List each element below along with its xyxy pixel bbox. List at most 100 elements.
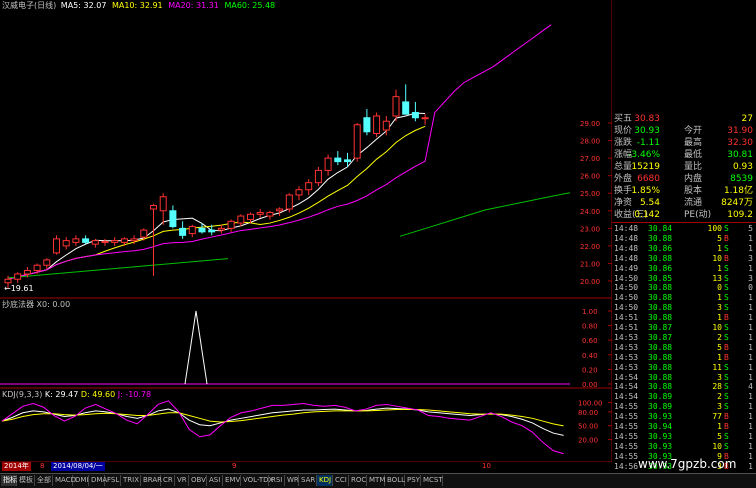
tick-price: 30.93 bbox=[648, 412, 673, 422]
tick-row: 14:50 30.88 0 S 0 bbox=[612, 283, 756, 293]
tab-vol-tdx[interactable]: VOL-TDX bbox=[241, 475, 273, 486]
tab-psy[interactable]: PSY bbox=[405, 475, 421, 486]
tab-mcst[interactable]: MCST bbox=[421, 475, 443, 486]
tick-count: 1 bbox=[748, 451, 753, 461]
candle-down bbox=[169, 210, 177, 228]
month-mark-9: 9 bbox=[232, 462, 237, 470]
candle-up bbox=[421, 117, 429, 120]
quote-value-2: 27 bbox=[741, 114, 753, 124]
tab-macd[interactable]: MACD bbox=[53, 475, 76, 486]
tick-time: 14:48 bbox=[614, 253, 639, 263]
tab-指标[interactable]: 指标 bbox=[1, 475, 17, 486]
tick-price: 30.88 bbox=[648, 313, 673, 323]
tab-emv[interactable]: EMV bbox=[223, 475, 241, 486]
tick-time: 14:55 bbox=[614, 402, 639, 412]
tick-count: 1 bbox=[748, 372, 753, 382]
tick-time: 14:54 bbox=[614, 382, 639, 392]
price-tick-label: 29.00 bbox=[580, 120, 600, 128]
candle-up bbox=[324, 157, 332, 171]
tab-brar[interactable]: BRAR bbox=[141, 475, 162, 486]
kdj-plot: 100.0080.00 50.00 20.00 bbox=[1, 400, 612, 455]
tick-time: 14:53 bbox=[614, 342, 639, 352]
tab-wr[interactable]: WR bbox=[285, 475, 299, 486]
tick-time: 14:48 bbox=[614, 224, 639, 233]
tab-cci[interactable]: CCI bbox=[333, 475, 349, 486]
tick-count: 1 bbox=[748, 412, 753, 422]
tick-side: S bbox=[724, 224, 729, 233]
ma60-label: MA60: 25.48 bbox=[224, 1, 276, 10]
watermark-site: www.7gpzb.com bbox=[638, 457, 737, 471]
quote-value: -1.11 bbox=[636, 138, 660, 148]
tick-side: B bbox=[724, 253, 729, 263]
tick-time: 14:50 bbox=[614, 273, 639, 283]
tab-mtm[interactable]: MTM bbox=[367, 475, 385, 486]
cursor-date: 2014/08/04/一 bbox=[51, 462, 105, 471]
tick-count: 1 bbox=[748, 323, 753, 332]
tick-row: 14:50 30.88 3 S 1 bbox=[612, 303, 756, 313]
low-marker-value: 19.61 bbox=[10, 284, 34, 293]
ma10-label: MA10: 32.91 bbox=[111, 1, 163, 10]
tick-price: 30.87 bbox=[648, 332, 673, 342]
tick-row: 14:53 30.88 5 B 1 bbox=[612, 343, 756, 353]
candle-up bbox=[305, 182, 313, 191]
ma20-line bbox=[7, 24, 552, 280]
candle-up bbox=[62, 240, 70, 247]
tab-trix[interactable]: TRIX bbox=[121, 475, 141, 486]
price-tick-label: 22.00 bbox=[580, 243, 600, 251]
quote-row: 外盘 6680 内盘 8539 bbox=[612, 173, 756, 185]
ma60-line bbox=[7, 258, 229, 279]
tab-fsl[interactable]: FSL bbox=[105, 475, 121, 486]
tab-roc[interactable]: ROC bbox=[349, 475, 367, 486]
tick-volume: 2 bbox=[717, 332, 722, 342]
tick-volume: 10 bbox=[712, 441, 722, 451]
tab-dmi[interactable]: DMI bbox=[73, 475, 89, 486]
tab-kdj[interactable]: KDJ bbox=[317, 475, 333, 486]
candle-up bbox=[266, 212, 274, 217]
tick-time: 14:55 bbox=[614, 441, 639, 451]
tab-boll[interactable]: BOLL bbox=[385, 475, 405, 486]
tick-time: 14:48 bbox=[614, 233, 639, 243]
tab-asi[interactable]: ASI bbox=[207, 475, 223, 486]
quote-value-2: 31.90 bbox=[727, 126, 753, 136]
kdj-tick-label: 20.00 bbox=[578, 437, 598, 445]
tab-dma[interactable]: DMA bbox=[89, 475, 107, 486]
tick-row: 14:53 30.88 11 S 1 bbox=[612, 363, 756, 373]
tab-模板[interactable]: 模板 bbox=[17, 475, 35, 486]
tick-time: 14:51 bbox=[614, 323, 639, 332]
quote-value: 30.93 bbox=[634, 126, 660, 136]
quote-row: 买五 30.83 27 bbox=[612, 113, 756, 125]
tick-count: 1 bbox=[748, 243, 753, 253]
tick-volume: 77 bbox=[712, 412, 722, 422]
tab-rsi[interactable]: RSI bbox=[269, 475, 285, 486]
ma20-label: MA20: 31.31 bbox=[168, 1, 219, 10]
ind1-tick-label: 0.20 bbox=[582, 366, 598, 374]
kdj-d: D: 49.60 bbox=[80, 390, 116, 399]
price-tick-label: 23.00 bbox=[580, 225, 600, 233]
price-axis: 29.00 28.00 27.00 26.00 25.00 24.00 23.00 22.00… bbox=[580, 120, 612, 286]
candle-down bbox=[363, 117, 371, 133]
tick-count: 1 bbox=[748, 422, 753, 431]
quote-value: -3.46% bbox=[628, 150, 660, 160]
quote-value-2: 8539 bbox=[730, 174, 753, 184]
tick-row: 14:53 30.88 1 B 1 bbox=[612, 353, 756, 363]
tab-sar[interactable]: SAR bbox=[299, 475, 317, 486]
tab-vr[interactable]: VR bbox=[175, 475, 189, 486]
kdj-tick-label: 80.00 bbox=[578, 409, 598, 417]
tick-row: 14:50 30.88 1 S 1 bbox=[612, 293, 756, 303]
candle-up bbox=[256, 212, 264, 215]
tab-全部[interactable]: 全部 bbox=[35, 475, 53, 486]
tick-time: 14:48 bbox=[614, 243, 639, 253]
candle-up bbox=[217, 227, 225, 231]
tick-row: 14:54 30.88 28 S 4 bbox=[612, 382, 756, 392]
tick-count: 1 bbox=[748, 402, 753, 412]
candle-up bbox=[101, 241, 109, 243]
tab-obv[interactable]: OBV bbox=[189, 475, 207, 486]
tick-time: 14:50 bbox=[614, 303, 639, 313]
tick-time: 14:53 bbox=[614, 362, 639, 372]
candle-up bbox=[4, 278, 12, 284]
tick-row: 14:53 30.87 2 S 1 bbox=[612, 333, 756, 343]
kdj-j-line bbox=[1, 400, 564, 455]
kdj-title: KDJ(9,3,3) bbox=[2, 390, 43, 399]
tab-cr[interactable]: CR bbox=[161, 475, 175, 486]
candle-up bbox=[188, 226, 196, 235]
